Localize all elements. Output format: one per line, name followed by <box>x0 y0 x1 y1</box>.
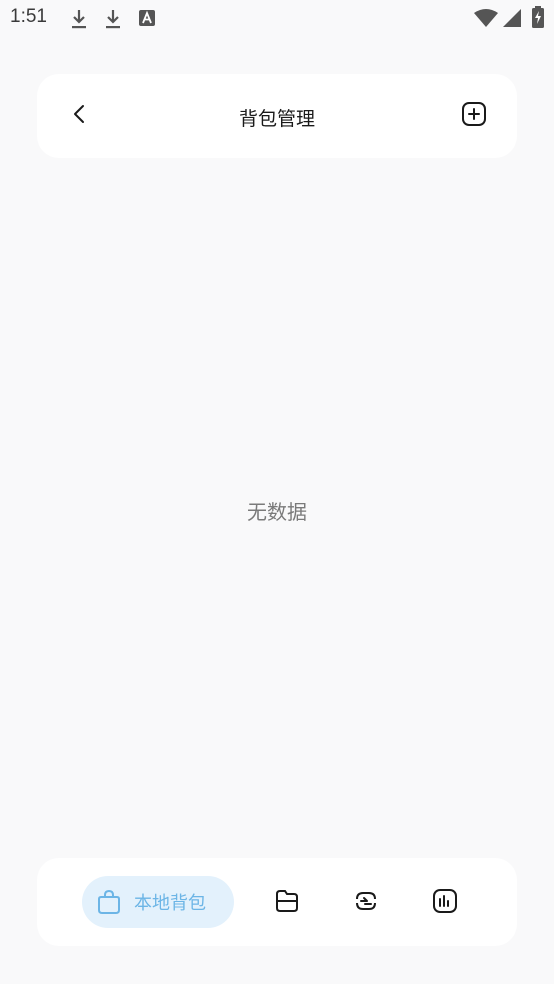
header-bar: 背包管理 <box>37 74 517 158</box>
page-title: 背包管理 <box>238 108 315 130</box>
wifi-icon <box>474 9 498 31</box>
empty-state-text: 无数据 <box>247 500 307 524</box>
status-time: 1:51 <box>10 6 47 27</box>
add-square-icon <box>461 101 487 131</box>
download-icon <box>104 8 122 34</box>
add-button[interactable] <box>459 101 489 131</box>
download-icon <box>70 8 88 34</box>
bottom-nav: 本地背包 <box>37 858 517 946</box>
bag-icon <box>96 889 122 915</box>
folder-icon <box>274 889 300 917</box>
font-icon <box>139 10 155 30</box>
screen: 1:51 背包管理 无数据 本地背包 <box>0 0 554 984</box>
chart-icon <box>432 888 458 918</box>
nav-item-local-backpack[interactable]: 本地背包 <box>82 876 234 928</box>
nav-active-label: 本地背包 <box>134 893 206 914</box>
status-bar: 1:51 <box>0 0 554 38</box>
sync-icon <box>353 889 379 917</box>
nav-item-folder[interactable] <box>273 889 301 917</box>
nav-item-stats[interactable] <box>431 889 459 917</box>
nav-item-sync[interactable] <box>352 889 380 917</box>
signal-icon <box>503 9 521 31</box>
battery-charging-icon <box>532 6 544 32</box>
